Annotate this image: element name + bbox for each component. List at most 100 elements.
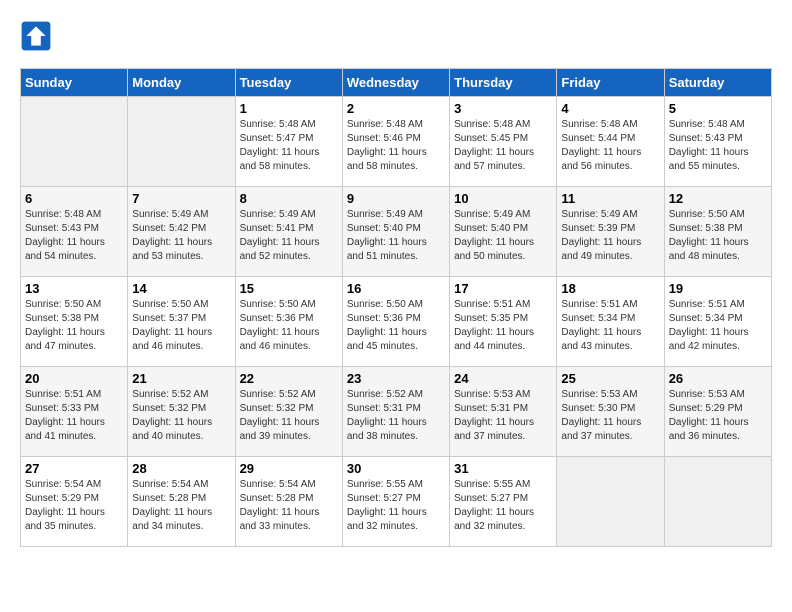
day-info: Sunrise: 5:54 AM Sunset: 5:28 PM Dayligh… [132,478,230,534]
day-of-week-header: Wednesday [342,69,449,97]
calendar-cell: 1 Sunrise: 5:48 AM Sunset: 5:47 PM Daylig… [235,97,342,187]
day-number: 19 [669,281,767,296]
calendar-cell: 29 Sunrise: 5:54 AM Sunset: 5:28 PM Dayli… [235,457,342,547]
day-info: Sunrise: 5:50 AM Sunset: 5:38 PM Dayligh… [25,298,123,354]
calendar-cell [557,457,664,547]
calendar-cell: 30 Sunrise: 5:55 AM Sunset: 5:27 PM Dayli… [342,457,449,547]
day-number: 14 [132,281,230,296]
calendar-cell: 28 Sunrise: 5:54 AM Sunset: 5:28 PM Dayli… [128,457,235,547]
day-info: Sunrise: 5:48 AM Sunset: 5:43 PM Dayligh… [669,118,767,174]
calendar-cell: 14 Sunrise: 5:50 AM Sunset: 5:37 PM Dayli… [128,277,235,367]
day-info: Sunrise: 5:54 AM Sunset: 5:28 PM Dayligh… [240,478,338,534]
logo-icon [20,20,52,52]
calendar-cell: 16 Sunrise: 5:50 AM Sunset: 5:36 PM Dayli… [342,277,449,367]
day-of-week-header: Friday [557,69,664,97]
day-number: 27 [25,461,123,476]
day-number: 5 [669,101,767,116]
day-info: Sunrise: 5:48 AM Sunset: 5:44 PM Dayligh… [561,118,659,174]
day-number: 7 [132,191,230,206]
calendar-week-row: 6 Sunrise: 5:48 AM Sunset: 5:43 PM Daylig… [21,187,772,277]
day-info: Sunrise: 5:51 AM Sunset: 5:33 PM Dayligh… [25,388,123,444]
day-info: Sunrise: 5:51 AM Sunset: 5:34 PM Dayligh… [561,298,659,354]
calendar-cell: 4 Sunrise: 5:48 AM Sunset: 5:44 PM Daylig… [557,97,664,187]
day-of-week-header: Tuesday [235,69,342,97]
day-number: 28 [132,461,230,476]
day-of-week-header: Monday [128,69,235,97]
day-number: 8 [240,191,338,206]
calendar-cell: 6 Sunrise: 5:48 AM Sunset: 5:43 PM Daylig… [21,187,128,277]
calendar-cell: 2 Sunrise: 5:48 AM Sunset: 5:46 PM Daylig… [342,97,449,187]
day-number: 12 [669,191,767,206]
calendar-cell: 19 Sunrise: 5:51 AM Sunset: 5:34 PM Dayli… [664,277,771,367]
calendar-cell: 10 Sunrise: 5:49 AM Sunset: 5:40 PM Dayli… [450,187,557,277]
day-number: 25 [561,371,659,386]
day-info: Sunrise: 5:48 AM Sunset: 5:43 PM Dayligh… [25,208,123,264]
calendar-cell: 26Sunrise: 5:53 AM Sunset: 5:29 PM Dayli… [664,367,771,457]
day-info: Sunrise: 5:52 AM Sunset: 5:32 PM Dayligh… [240,388,338,444]
calendar-cell: 21 Sunrise: 5:52 AM Sunset: 5:32 PM Dayli… [128,367,235,457]
calendar-cell: 8 Sunrise: 5:49 AM Sunset: 5:41 PM Daylig… [235,187,342,277]
day-number: 31 [454,461,552,476]
calendar-cell: 11Sunrise: 5:49 AM Sunset: 5:39 PM Dayli… [557,187,664,277]
calendar-cell: 31 Sunrise: 5:55 AM Sunset: 5:27 PM Dayli… [450,457,557,547]
calendar-cell: 9 Sunrise: 5:49 AM Sunset: 5:40 PM Daylig… [342,187,449,277]
day-info: Sunrise: 5:54 AM Sunset: 5:29 PM Dayligh… [25,478,123,534]
day-info: Sunrise: 5:48 AM Sunset: 5:45 PM Dayligh… [454,118,552,174]
day-info: Sunrise: 5:53 AM Sunset: 5:29 PM Dayligh… [669,388,767,444]
day-number: 22 [240,371,338,386]
day-info: Sunrise: 5:48 AM Sunset: 5:46 PM Dayligh… [347,118,445,174]
day-info: Sunrise: 5:49 AM Sunset: 5:40 PM Dayligh… [454,208,552,264]
day-number: 30 [347,461,445,476]
day-number: 6 [25,191,123,206]
day-number: 2 [347,101,445,116]
day-number: 10 [454,191,552,206]
day-number: 20 [25,371,123,386]
day-number: 11 [561,191,659,206]
calendar-header-row: SundayMondayTuesdayWednesdayThursdayFrid… [21,69,772,97]
day-number: 15 [240,281,338,296]
day-info: Sunrise: 5:50 AM Sunset: 5:36 PM Dayligh… [347,298,445,354]
day-of-week-header: Saturday [664,69,771,97]
calendar-cell: 27 Sunrise: 5:54 AM Sunset: 5:29 PM Dayli… [21,457,128,547]
calendar-cell: 13 Sunrise: 5:50 AM Sunset: 5:38 PM Dayli… [21,277,128,367]
calendar-cell [21,97,128,187]
day-number: 29 [240,461,338,476]
calendar-table: SundayMondayTuesdayWednesdayThursdayFrid… [20,68,772,547]
logo [20,20,56,52]
day-info: Sunrise: 5:50 AM Sunset: 5:37 PM Dayligh… [132,298,230,354]
day-of-week-header: Thursday [450,69,557,97]
day-of-week-header: Sunday [21,69,128,97]
day-info: Sunrise: 5:50 AM Sunset: 5:38 PM Dayligh… [669,208,767,264]
day-number: 13 [25,281,123,296]
calendar-week-row: 1 Sunrise: 5:48 AM Sunset: 5:47 PM Daylig… [21,97,772,187]
day-number: 9 [347,191,445,206]
day-info: Sunrise: 5:49 AM Sunset: 5:40 PM Dayligh… [347,208,445,264]
page-header [20,20,772,52]
calendar-cell: 15 Sunrise: 5:50 AM Sunset: 5:36 PM Dayli… [235,277,342,367]
day-info: Sunrise: 5:48 AM Sunset: 5:47 PM Dayligh… [240,118,338,174]
day-number: 16 [347,281,445,296]
day-info: Sunrise: 5:49 AM Sunset: 5:42 PM Dayligh… [132,208,230,264]
calendar-cell: 12 Sunrise: 5:50 AM Sunset: 5:38 PM Dayli… [664,187,771,277]
day-info: Sunrise: 5:51 AM Sunset: 5:34 PM Dayligh… [669,298,767,354]
day-number: 21 [132,371,230,386]
day-number: 4 [561,101,659,116]
day-info: Sunrise: 5:52 AM Sunset: 5:32 PM Dayligh… [132,388,230,444]
day-info: Sunrise: 5:51 AM Sunset: 5:35 PM Dayligh… [454,298,552,354]
day-number: 1 [240,101,338,116]
calendar-cell: 5 Sunrise: 5:48 AM Sunset: 5:43 PM Daylig… [664,97,771,187]
day-number: 17 [454,281,552,296]
day-info: Sunrise: 5:55 AM Sunset: 5:27 PM Dayligh… [454,478,552,534]
calendar-week-row: 13 Sunrise: 5:50 AM Sunset: 5:38 PM Dayli… [21,277,772,367]
day-info: Sunrise: 5:49 AM Sunset: 5:41 PM Dayligh… [240,208,338,264]
day-info: Sunrise: 5:52 AM Sunset: 5:31 PM Dayligh… [347,388,445,444]
calendar-cell: 23 Sunrise: 5:52 AM Sunset: 5:31 PM Dayli… [342,367,449,457]
day-number: 23 [347,371,445,386]
day-number: 24 [454,371,552,386]
day-info: Sunrise: 5:50 AM Sunset: 5:36 PM Dayligh… [240,298,338,354]
calendar-cell: 18Sunrise: 5:51 AM Sunset: 5:34 PM Dayli… [557,277,664,367]
calendar-cell [128,97,235,187]
day-info: Sunrise: 5:55 AM Sunset: 5:27 PM Dayligh… [347,478,445,534]
day-info: Sunrise: 5:53 AM Sunset: 5:30 PM Dayligh… [561,388,659,444]
day-number: 3 [454,101,552,116]
